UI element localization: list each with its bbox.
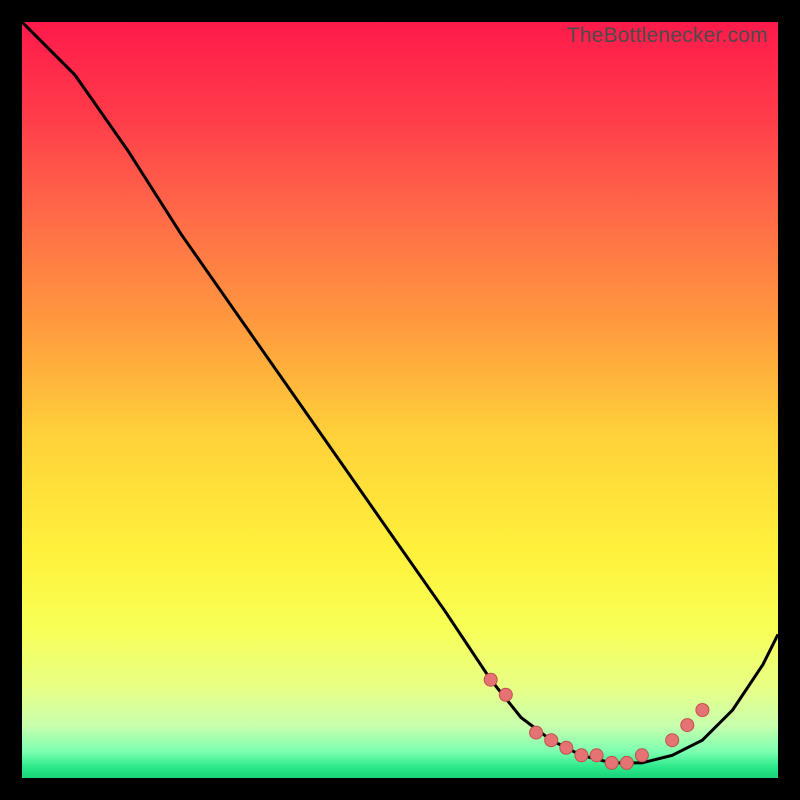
- highlight-dot: [605, 756, 618, 769]
- highlight-dot: [696, 704, 709, 717]
- gradient-background: [22, 22, 778, 778]
- highlight-dot: [681, 719, 694, 732]
- highlight-dot: [530, 726, 543, 739]
- highlight-dot: [590, 749, 603, 762]
- highlight-dot: [545, 734, 558, 747]
- highlight-dot: [484, 673, 497, 686]
- watermark-text: TheBottlenecker.com: [567, 24, 768, 48]
- chart-svg: [22, 22, 778, 778]
- highlight-dot: [575, 749, 588, 762]
- highlight-dot: [620, 756, 633, 769]
- chart-frame: TheBottlenecker.com: [22, 22, 778, 778]
- highlight-dot: [666, 734, 679, 747]
- highlight-dot: [635, 749, 648, 762]
- highlight-dot: [499, 688, 512, 701]
- highlight-dot: [560, 741, 573, 754]
